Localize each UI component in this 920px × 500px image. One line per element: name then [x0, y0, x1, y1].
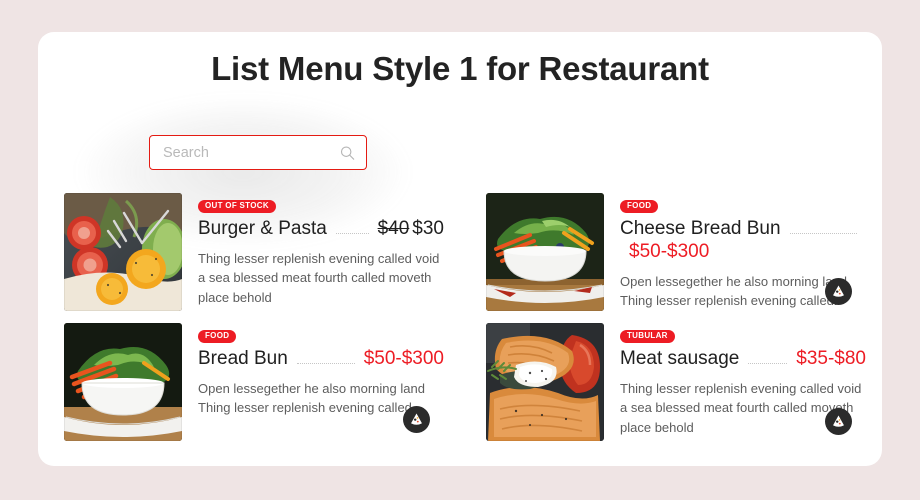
menu-item-body: TUBULAR Meat sausage $35-$80 Thing lesse…	[604, 323, 866, 441]
add-to-cart-button[interactable]	[403, 406, 430, 433]
page-title: List Menu Style 1 for Restaurant	[211, 50, 709, 87]
menu-item-old-price: $40	[377, 217, 410, 239]
description-line: place behold	[620, 420, 694, 435]
menu-item-price: $50-$300	[629, 240, 710, 262]
search-container	[149, 135, 367, 170]
menu-item-cheese-bread-bun[interactable]: FOOD Cheese Bread Bun $50-$300 Open less…	[460, 187, 882, 317]
menu-item-name: Cheese Bread Bun	[620, 217, 781, 239]
menu-item-image	[64, 323, 182, 441]
dotted-leader	[748, 362, 788, 364]
description-line: Open lessegether he also morning land	[620, 273, 847, 289]
menu-item-body: OUT OF STOCK Burger & Pasta $40 $30 Thing…	[182, 193, 444, 311]
menu-item-image	[486, 323, 604, 441]
menu-item-title-line: Burger & Pasta $40 $30	[198, 218, 444, 240]
menu-item-name: Meat sausage	[620, 347, 740, 369]
description-line: a sea blessed meat fourth called moveth	[620, 400, 854, 416]
status-badge: TUBULAR	[620, 329, 675, 343]
description-line: place behold	[198, 290, 272, 305]
status-badge: OUT OF STOCK	[198, 199, 276, 213]
menu-item-name: Bread Bun	[198, 347, 288, 369]
menu-item-title-line: Cheese Bread Bun $50-$300	[620, 218, 866, 263]
menu-item-price: $40 $30	[378, 218, 444, 240]
menu-item-body: FOOD Cheese Bread Bun $50-$300 Open less…	[604, 193, 866, 311]
menu-item-burger-pasta[interactable]: OUT OF STOCK Burger & Pasta $40 $30 Thing…	[38, 187, 460, 317]
add-to-cart-button[interactable]	[825, 278, 852, 305]
menu-card: List Menu Style 1 for Restaurant Search …	[38, 32, 882, 466]
status-badge: FOOD	[198, 329, 237, 343]
pizza-slice-icon	[833, 415, 844, 427]
description-line: Thing lesser replenish evening called.	[620, 293, 838, 309]
pizza-slice-icon	[411, 413, 422, 425]
salad-bowl-photo	[486, 193, 604, 311]
description-line: a sea blessed meat fourth called moveth	[198, 270, 432, 286]
menu-item-meat-sausage[interactable]: TUBULAR Meat sausage $35-$80 Thing lesse…	[460, 317, 882, 447]
search-icon[interactable]	[340, 145, 355, 160]
menu-item-name: Burger & Pasta	[198, 217, 327, 239]
menu-item-price: $50-$300	[363, 347, 444, 369]
menu-item-price: $35-$80	[796, 347, 866, 369]
dotted-leader	[296, 362, 355, 364]
menu-grid: OUT OF STOCK Burger & Pasta $40 $30 Thing…	[38, 187, 882, 447]
status-badge: FOOD	[620, 199, 659, 213]
menu-item-image	[64, 193, 182, 311]
menu-row: OUT OF STOCK Burger & Pasta $40 $30 Thing…	[38, 187, 882, 317]
menu-item-bread-bun[interactable]: FOOD Bread Bun $50-$300 Open lessegether…	[38, 317, 460, 447]
salmon-fillet-photo	[486, 323, 604, 441]
add-to-cart-button[interactable]	[825, 408, 852, 435]
description-line: Thing lesser replenish evening called vo…	[198, 250, 440, 266]
menu-item-description: Thing lesser replenish evening called vo…	[198, 249, 444, 308]
page-root: List Menu Style 1 for Restaurant Search …	[0, 0, 920, 500]
menu-item-body: FOOD Bread Bun $50-$300 Open lessegether…	[182, 323, 444, 441]
eggs-tomato-skillet-photo	[64, 193, 182, 311]
description-line: Thing lesser replenish evening called.	[198, 400, 416, 416]
search-input[interactable]	[150, 136, 366, 169]
search-box[interactable]	[149, 135, 367, 170]
menu-item-image	[486, 193, 604, 311]
vegetable-bowl-photo	[64, 323, 182, 441]
menu-row: FOOD Bread Bun $50-$300 Open lessegether…	[38, 317, 882, 447]
menu-item-title-line: Meat sausage $35-$80	[620, 348, 866, 370]
description-line: Thing lesser replenish evening called vo…	[620, 380, 862, 396]
dotted-leader	[335, 232, 369, 234]
dotted-leader	[789, 232, 857, 234]
description-line: Open lessegether he also morning land	[198, 380, 425, 396]
menu-item-title-line: Bread Bun $50-$300	[198, 348, 444, 370]
menu-item-current-price: $30	[412, 217, 444, 239]
pizza-slice-icon	[833, 285, 844, 297]
